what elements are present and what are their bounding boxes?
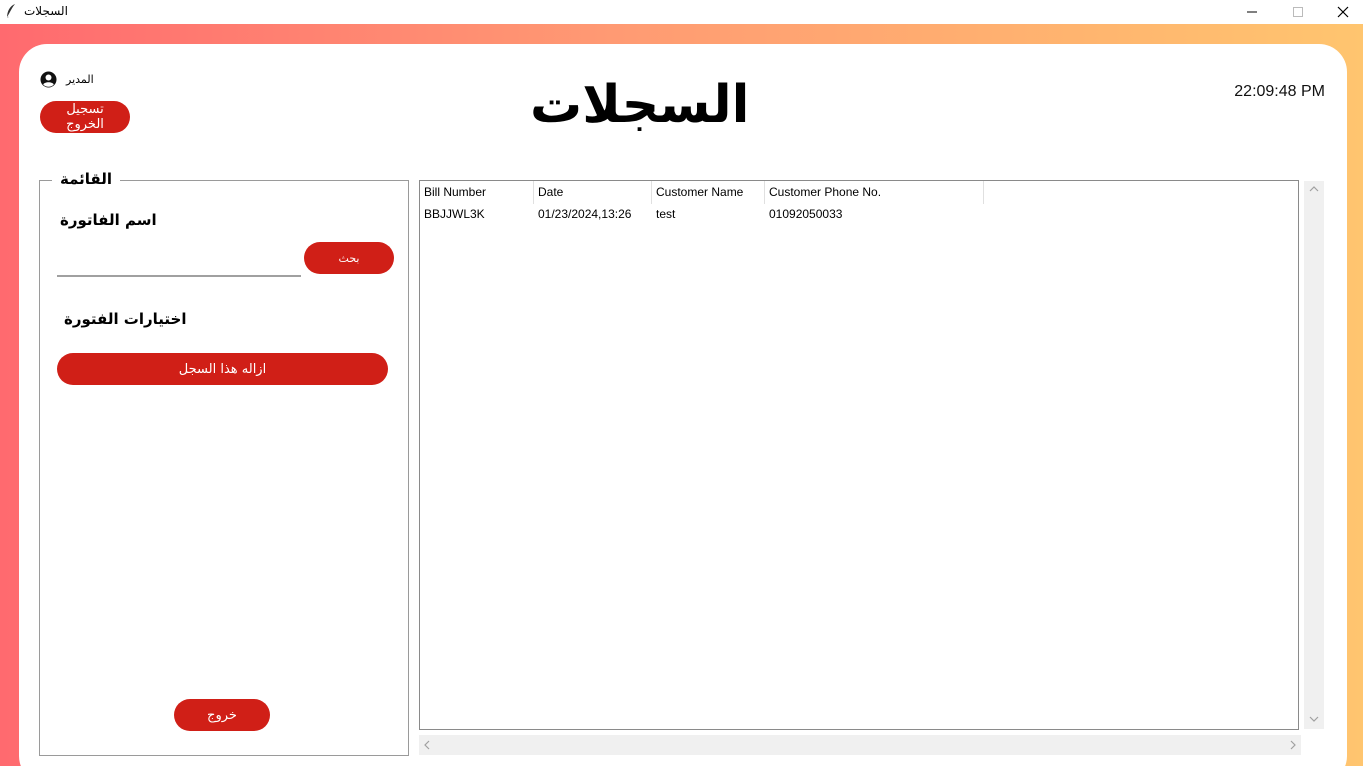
scroll-down-icon[interactable] <box>1309 715 1319 723</box>
maximize-icon <box>1293 7 1303 17</box>
remove-record-button[interactable]: ازاله هذا السجل <box>57 353 388 385</box>
column-header-customer-name[interactable]: Customer Name <box>652 181 765 204</box>
minimize-button[interactable] <box>1229 0 1275 24</box>
scroll-left-icon[interactable] <box>423 740 431 750</box>
vertical-scrollbar[interactable] <box>1304 181 1324 729</box>
close-button[interactable] <box>1320 0 1363 24</box>
horizontal-scrollbar[interactable] <box>419 735 1301 755</box>
maximize-button[interactable] <box>1275 0 1321 24</box>
table-row[interactable]: BBJJWL3K 01/23/2024,13:26 test 010920500… <box>420 204 984 224</box>
cell-customer-phone: 01092050033 <box>769 207 843 221</box>
window-title: السجلات <box>24 4 68 18</box>
user-circle-icon <box>40 71 57 88</box>
close-icon <box>1337 6 1349 18</box>
bill-name-label: اسم الفاتورة <box>60 211 157 229</box>
column-header-customer-phone[interactable]: Customer Phone No. <box>765 181 984 204</box>
table-header: Bill Number Date Customer Name Customer … <box>420 181 984 204</box>
bill-options-label: اختيارات الفتورة <box>64 310 187 328</box>
exit-button[interactable]: خروج <box>174 699 270 731</box>
scroll-right-icon[interactable] <box>1289 740 1297 750</box>
feather-icon <box>6 4 15 19</box>
cell-bill-number: BBJJWL3K <box>424 207 485 221</box>
column-header-bill-number[interactable]: Bill Number <box>420 181 534 204</box>
cell-date: 01/23/2024,13:26 <box>538 207 632 221</box>
scroll-up-icon[interactable] <box>1309 185 1319 193</box>
page-title: السجلات <box>530 75 750 135</box>
user-name-label: المدير <box>66 73 94 86</box>
cell-customer-name: test <box>656 207 676 221</box>
search-button[interactable]: بحث <box>304 242 394 274</box>
minimize-icon <box>1247 11 1257 13</box>
records-table: Bill Number Date Customer Name Customer … <box>419 180 1299 730</box>
menu-legend: القائمة <box>52 170 120 188</box>
bill-search-input[interactable] <box>57 241 301 277</box>
logout-button[interactable]: تسجيل الخروج <box>40 101 130 133</box>
window-titlebar: السجلات <box>0 0 1363 24</box>
clock-display: 22:09:48 PM <box>1234 83 1325 100</box>
column-header-date[interactable]: Date <box>534 181 652 204</box>
